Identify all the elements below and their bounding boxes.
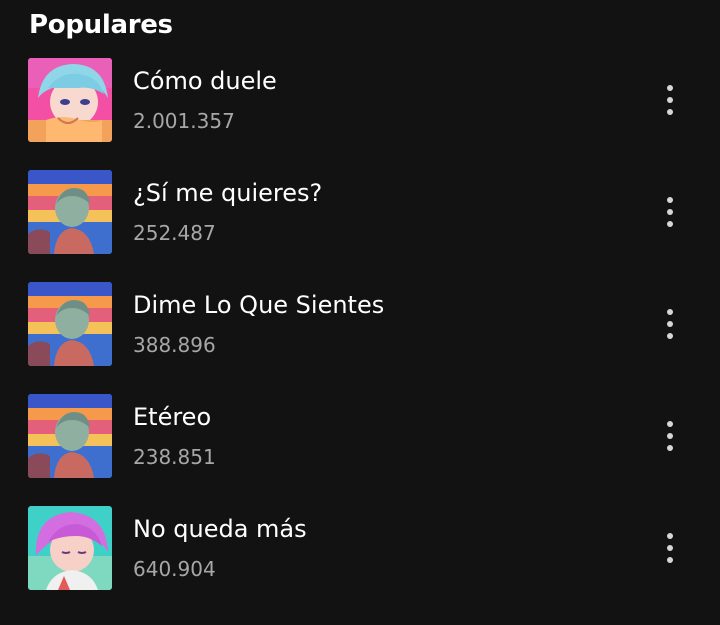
more-options-button[interactable] <box>650 76 690 124</box>
track-row[interactable]: Cómo duele 2.001.357 <box>0 56 720 144</box>
track-play-count: 238.851 <box>133 445 216 469</box>
track-title: Dime Lo Que Sientes <box>133 291 385 319</box>
album-cover-sunset-clouds <box>28 394 112 478</box>
track-play-count: 640.904 <box>133 557 216 581</box>
track-row[interactable]: Etéreo 238.851 <box>0 392 720 480</box>
track-title: Cómo duele <box>133 67 277 95</box>
album-cover-sunset-clouds <box>28 282 112 366</box>
more-options-button[interactable] <box>650 300 690 348</box>
album-cover-pink-hair-teal <box>28 506 112 590</box>
more-options-button[interactable] <box>650 188 690 236</box>
track-row[interactable]: Dime Lo Que Sientes 388.896 <box>0 280 720 368</box>
track-row[interactable]: No queda más 640.904 <box>0 504 720 592</box>
track-play-count: 2.001.357 <box>133 109 235 133</box>
more-options-button[interactable] <box>650 412 690 460</box>
more-options-button[interactable] <box>650 524 690 572</box>
track-title: ¿Sí me quieres? <box>133 179 323 207</box>
track-title: No queda más <box>133 515 307 543</box>
track-row[interactable]: ¿Sí me quieres? 252.487 <box>0 168 720 256</box>
album-cover-sunset-clouds <box>28 170 112 254</box>
section-title: Populares <box>29 10 173 40</box>
track-play-count: 388.896 <box>133 333 216 357</box>
track-title: Etéreo <box>133 403 212 431</box>
track-play-count: 252.487 <box>133 221 216 245</box>
album-cover-blue-hair-pink <box>28 58 112 142</box>
